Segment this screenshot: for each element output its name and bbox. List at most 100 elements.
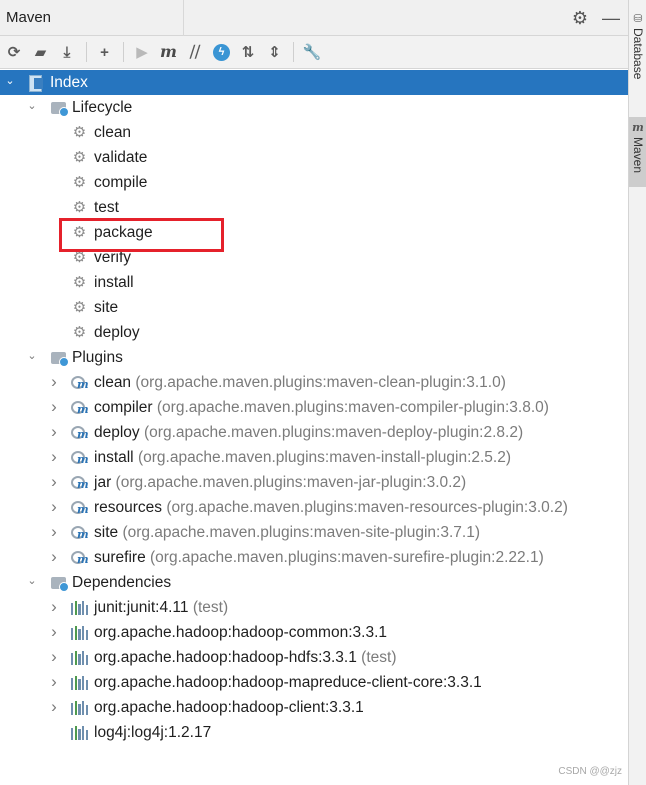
item-detail: (test): [192, 598, 229, 616]
side-tab-maven[interactable]: m Maven: [629, 117, 646, 187]
item-name: org.apache.hadoop:hadoop-common:3.3.1: [94, 623, 387, 641]
maven-plugin-icon: m: [71, 424, 89, 441]
gear-icon: ⚙: [72, 324, 87, 341]
lifecycle-goal-deploy[interactable]: ⚙ deploy: [0, 320, 628, 345]
item-name: Lifecycle: [72, 98, 133, 116]
settings-gear-icon[interactable]: ⚙: [572, 9, 588, 27]
maven-module-icon: [28, 74, 45, 92]
chevron-right-icon[interactable]: ›: [48, 422, 60, 441]
watermark: CSDN @@zjz: [558, 766, 622, 777]
chevron-right-icon[interactable]: ›: [48, 622, 60, 641]
chevron-down-icon[interactable]: ⌄: [26, 574, 38, 587]
tree-node-plugins[interactable]: ⌄ Plugins: [0, 345, 628, 370]
plugin-jar[interactable]: › m jar (org.apache.maven.plugins:maven-ja…: [0, 470, 628, 495]
dependency-5[interactable]: log4j:log4j:1.2.17: [0, 720, 628, 745]
plugin-install[interactable]: › m install (org.apache.maven.plugins:mave…: [0, 445, 628, 470]
lifecycle-goal-clean[interactable]: ⚙ clean: [0, 120, 628, 145]
side-tab-database[interactable]: ⛁ Database: [629, 8, 646, 96]
dependency-0[interactable]: › junit:junit:4.11 (test): [0, 595, 628, 620]
dependency-4[interactable]: › org.apache.hadoop:hadoop-client:3.3.1: [0, 695, 628, 720]
plugin-resources[interactable]: › m resources (org.apache.maven.plugins:ma…: [0, 495, 628, 520]
plugin-surefire[interactable]: › m surefire (org.apache.maven.plugins:mav…: [0, 545, 628, 570]
plugin-surefire-label: surefire (org.apache.maven.plugins:maven…: [94, 549, 544, 567]
toggle-offline-button[interactable]: ⧸⧸: [184, 41, 206, 63]
maven-settings-wrench-button[interactable]: 🔧: [301, 41, 323, 63]
chevron-right-icon[interactable]: ›: [48, 447, 60, 466]
lifecycle-goal-validate[interactable]: ⚙ validate: [0, 145, 628, 170]
chevron-right-icon[interactable]: ›: [48, 472, 60, 491]
add-icon: +: [100, 43, 109, 61]
lifecycle-goal-test[interactable]: ⚙ test: [0, 195, 628, 220]
item-detail: (org.apache.maven.plugins:maven-surefire…: [150, 548, 544, 566]
dependency-2[interactable]: › org.apache.hadoop:hadoop-hdfs:3.3.1 (te…: [0, 645, 628, 670]
tree-node-dependencies[interactable]: ⌄ Dependencies: [0, 570, 628, 595]
add-maven-project-button[interactable]: ▰: [30, 41, 52, 63]
plugin-deploy[interactable]: › m deploy (org.apache.maven.plugins:maven…: [0, 420, 628, 445]
item-detail: (org.apache.maven.plugins:maven-site-plu…: [122, 523, 480, 541]
plugins-folder-icon: [50, 349, 69, 367]
header-actions: ⚙ —: [572, 0, 620, 36]
chevron-right-icon[interactable]: ›: [48, 397, 60, 416]
chevron-right-icon[interactable]: ›: [48, 497, 60, 516]
maven-toolbar: ⟳ ▰ ⤓ + ▶ m ⧸⧸ ϟ ⇅ ⇕ 🔧: [0, 36, 628, 69]
lifecycle-goal-verify[interactable]: ⚙ verify: [0, 245, 628, 270]
item-detail: (test): [361, 648, 397, 666]
minimize-icon[interactable]: —: [602, 9, 620, 27]
maven-plugin-icon: m: [71, 549, 89, 566]
skip-tests-button[interactable]: ϟ: [211, 41, 233, 63]
chevron-down-icon[interactable]: ⌄: [26, 99, 38, 112]
chevron-right-icon[interactable]: ›: [48, 672, 60, 691]
chevron-right-icon[interactable]: ›: [48, 547, 60, 566]
collapse-all-button[interactable]: ⇕: [264, 41, 286, 63]
dependency-2-label: org.apache.hadoop:hadoop-hdfs:3.3.1 (tes…: [94, 649, 396, 667]
tree-root-index[interactable]: ⌄ Index: [0, 70, 628, 95]
item-name: org.apache.hadoop:hadoop-mapreduce-clien…: [94, 673, 482, 691]
execute-maven-goal-button[interactable]: m: [158, 41, 180, 63]
chevron-right-icon[interactable]: ›: [48, 522, 60, 541]
reload-button[interactable]: ⟳: [3, 41, 25, 63]
plugin-install-label: install (org.apache.maven.plugins:maven-…: [94, 449, 511, 467]
chevron-down-icon[interactable]: ⌄: [4, 74, 16, 87]
plugin-clean-label: clean (org.apache.maven.plugins:maven-cl…: [94, 374, 506, 392]
plugin-compiler[interactable]: › m compiler (org.apache.maven.plugins:mav…: [0, 395, 628, 420]
toggle-offline-icon: ⧸⧸: [189, 43, 201, 61]
maven-settings-wrench-icon: 🔧: [302, 43, 322, 61]
lifecycle-goal-clean-label: clean: [94, 124, 131, 142]
chevron-right-icon[interactable]: ›: [48, 597, 60, 616]
item-detail: (org.apache.maven.plugins:maven-deploy-p…: [144, 423, 524, 441]
item-name: deploy: [94, 423, 140, 441]
item-detail: (org.apache.maven.plugins:maven-clean-pl…: [135, 373, 506, 391]
tree-node-lifecycle-label: Lifecycle: [72, 99, 132, 117]
plugin-clean[interactable]: › m clean (org.apache.maven.plugins:maven-…: [0, 370, 628, 395]
library-icon: [71, 599, 89, 616]
add-button[interactable]: +: [94, 41, 116, 63]
lifecycle-goal-package[interactable]: ⚙ package: [0, 220, 628, 245]
lifecycle-goal-site[interactable]: ⚙ site: [0, 295, 628, 320]
show-dependencies-button[interactable]: ⇅: [237, 41, 259, 63]
item-name: site: [94, 523, 119, 541]
maven-plugin-icon: m: [71, 499, 89, 516]
plugin-resources-label: resources (org.apache.maven.plugins:mave…: [94, 499, 568, 517]
chevron-right-icon[interactable]: ›: [48, 647, 60, 666]
download-sources-button[interactable]: ⤓: [56, 41, 78, 63]
lifecycle-goal-install[interactable]: ⚙ install: [0, 270, 628, 295]
plugin-site[interactable]: › m site (org.apache.maven.plugins:maven-s…: [0, 520, 628, 545]
run-button[interactable]: ▶: [131, 41, 153, 63]
dependency-3[interactable]: › org.apache.hadoop:hadoop-mapreduce-clie…: [0, 670, 628, 695]
library-icon: [71, 649, 89, 666]
dependency-3-label: org.apache.hadoop:hadoop-mapreduce-clien…: [94, 674, 482, 692]
item-name: test: [94, 198, 119, 216]
plugin-deploy-label: deploy (org.apache.maven.plugins:maven-d…: [94, 424, 523, 442]
lifecycle-goal-compile[interactable]: ⚙ compile: [0, 170, 628, 195]
tree-node-lifecycle[interactable]: ⌄ Lifecycle: [0, 95, 628, 120]
dependency-1[interactable]: › org.apache.hadoop:hadoop-common:3.3.1: [0, 620, 628, 645]
chevron-down-icon[interactable]: ⌄: [26, 349, 38, 362]
item-name: install: [94, 273, 134, 291]
toolbar-separator: [85, 42, 87, 62]
item-name: resources: [94, 498, 163, 516]
collapse-all-icon: ⇕: [268, 43, 281, 61]
tree-node-plugins-label: Plugins: [72, 349, 123, 367]
chevron-right-icon[interactable]: ›: [48, 372, 60, 391]
tool-window-header: Maven ⚙ —: [0, 0, 628, 36]
chevron-right-icon[interactable]: ›: [48, 697, 60, 716]
